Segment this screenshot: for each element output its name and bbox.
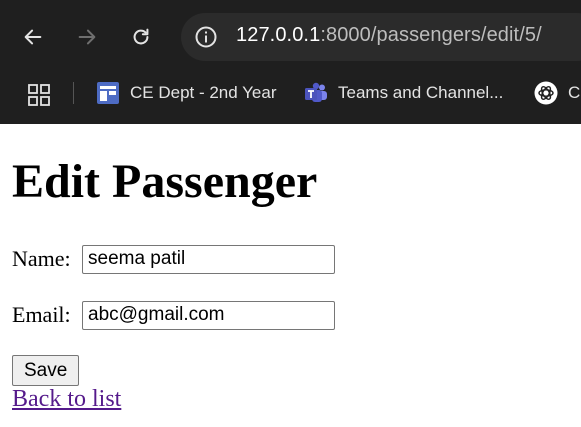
email-label: Email: bbox=[12, 302, 71, 327]
bookmark-label: CE Dept - 2nd Year bbox=[130, 83, 277, 102]
bookmarks-bar: CE Dept - 2nd Year Teams and Channel... bbox=[0, 74, 581, 124]
back-to-list-link[interactable]: Back to list bbox=[12, 386, 121, 413]
url-path: :8000/passengers/edit/5/ bbox=[320, 24, 542, 46]
back-button[interactable] bbox=[18, 22, 48, 52]
name-input[interactable] bbox=[82, 244, 335, 274]
name-row: Name: bbox=[12, 243, 335, 275]
address-bar[interactable]: 127.0.0.1:8000/passengers/edit/5/ bbox=[181, 13, 581, 61]
name-label: Name: bbox=[12, 246, 71, 271]
bookmarks-divider bbox=[73, 82, 74, 104]
bookmark-chatgpt[interactable]: Cl bbox=[534, 80, 581, 106]
site-info-button[interactable] bbox=[192, 23, 220, 51]
teams-icon bbox=[304, 81, 328, 105]
page-title: Edit Passenger bbox=[12, 155, 318, 208]
arrow-left-icon bbox=[24, 29, 42, 45]
browser-chrome: 127.0.0.1:8000/passengers/edit/5/ CE Dep… bbox=[0, 0, 581, 124]
url-text: 127.0.0.1:8000/passengers/edit/5/ bbox=[236, 24, 542, 47]
bookmark-label: Teams and Channel... bbox=[338, 83, 504, 102]
chatgpt-icon bbox=[534, 81, 558, 105]
reload-icon bbox=[133, 28, 149, 45]
apps-button[interactable] bbox=[27, 83, 51, 107]
page-content: Edit Passenger Name: Email: Save Back to… bbox=[0, 124, 581, 427]
arrow-right-icon bbox=[78, 29, 96, 45]
calendar-icon bbox=[96, 81, 120, 105]
browser-toolbar: 127.0.0.1:8000/passengers/edit/5/ bbox=[0, 0, 581, 74]
info-icon bbox=[195, 26, 217, 48]
email-input[interactable] bbox=[82, 300, 335, 330]
bookmark-ce-dept[interactable]: CE Dept - 2nd Year bbox=[96, 80, 276, 106]
bookmark-teams[interactable]: Teams and Channel... bbox=[304, 80, 503, 106]
apps-grid-icon bbox=[28, 84, 50, 106]
bookmark-label: Cl bbox=[568, 83, 581, 102]
reload-button[interactable] bbox=[126, 22, 156, 52]
save-button[interactable]: Save bbox=[12, 355, 80, 386]
url-host: 127.0.0.1 bbox=[236, 24, 321, 46]
forward-button[interactable] bbox=[72, 22, 102, 52]
email-row: Email: bbox=[12, 299, 335, 331]
